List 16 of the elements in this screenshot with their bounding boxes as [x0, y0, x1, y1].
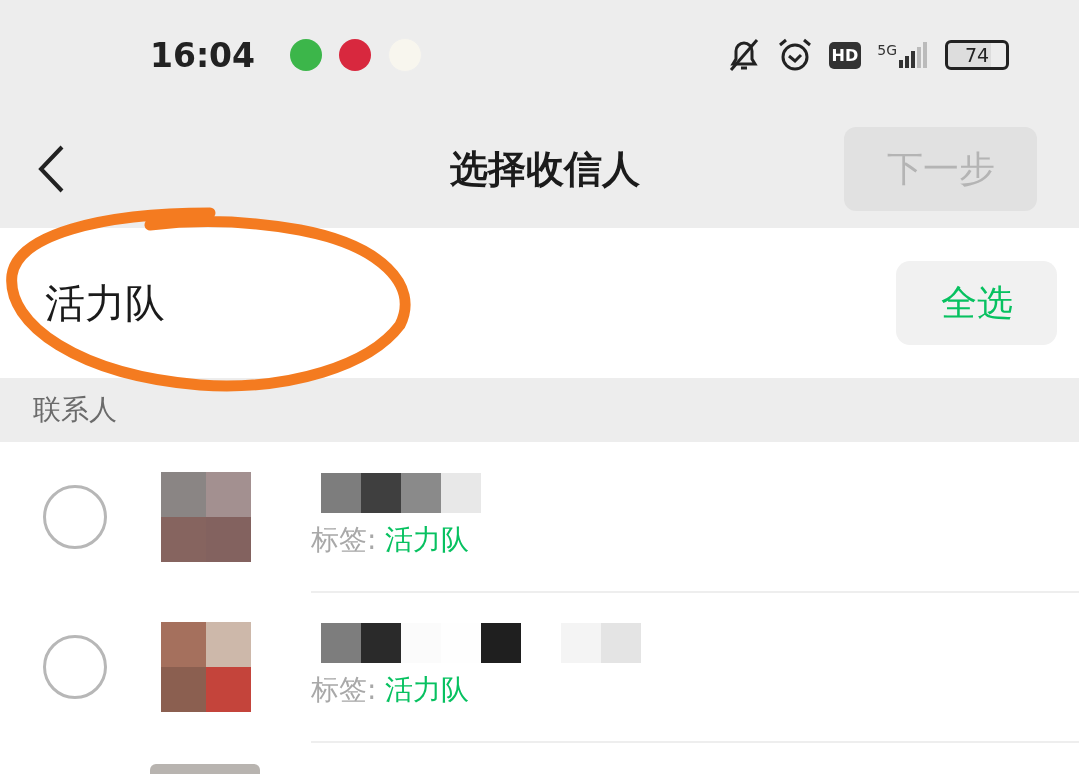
tag-name: 活力队 — [45, 278, 166, 328]
app-notification-icon — [339, 39, 372, 71]
alarm-icon — [776, 37, 813, 73]
page-title: 选择收信人 — [449, 145, 641, 193]
tag-label: 标签: — [311, 522, 378, 558]
tag-value: 活力队 — [385, 522, 470, 558]
app-notification-icon — [290, 39, 323, 71]
back-icon[interactable] — [36, 144, 66, 194]
tag-value: 活力队 — [385, 672, 470, 708]
hd-badge: HD — [828, 41, 862, 69]
select-all-button[interactable]: 全选 — [896, 261, 1057, 345]
section-header: 联系人 — [0, 378, 1079, 442]
tag-label: 标签: — [311, 672, 378, 708]
signal-indicator: 5G — [877, 42, 929, 68]
battery-indicator: 74 — [945, 40, 1009, 70]
status-time: 16:04 — [150, 35, 256, 75]
